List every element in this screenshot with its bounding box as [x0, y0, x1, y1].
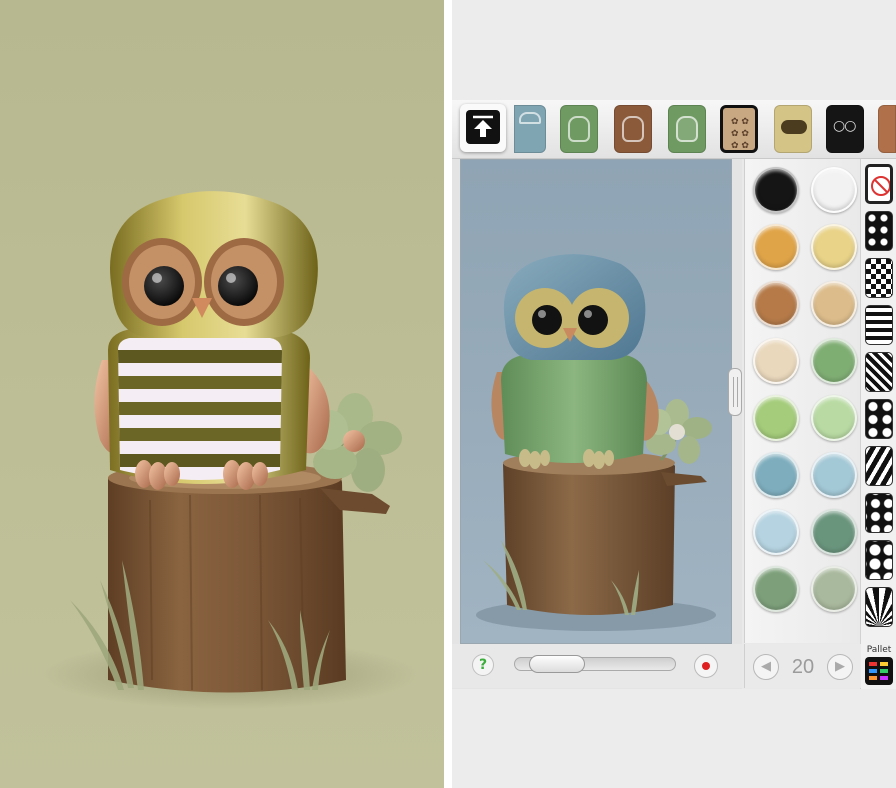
- dots-pattern[interactable]: [865, 211, 893, 251]
- zebra-pattern[interactable]: [865, 446, 893, 486]
- page-number: 20: [791, 656, 815, 678]
- color-swatch[interactable]: [811, 167, 857, 213]
- tree-stump: [503, 455, 675, 615]
- left-preview-screen: [0, 0, 444, 788]
- color-swatch[interactable]: [753, 167, 799, 213]
- color-swatch[interactable]: [811, 509, 857, 555]
- screen-divider: [444, 0, 452, 788]
- right-editor-screen: ✿ ✿ ✿ ✿ ✿ ✿ ○○ ? Pallet ◀ 20 ▶: [452, 0, 896, 788]
- owl-head: [503, 254, 646, 360]
- color-palette: [744, 159, 857, 643]
- flowers-pattern[interactable]: [865, 540, 893, 580]
- part-toolbar: ✿ ✿ ✿ ✿ ✿ ✿ ○○: [452, 100, 896, 159]
- stripes-pattern[interactable]: [865, 305, 893, 345]
- rays-pattern[interactable]: [865, 587, 893, 627]
- zoom-slider[interactable]: [514, 655, 676, 673]
- color-swatch[interactable]: [753, 224, 799, 270]
- gold-owl-render: [70, 191, 402, 693]
- arrow-left-icon[interactable]: ◀: [753, 654, 779, 680]
- owl-left-eye: [144, 266, 184, 306]
- color-swatch[interactable]: [811, 281, 857, 327]
- owl-3d-viewport[interactable]: [460, 159, 732, 644]
- tile-body-shape-3[interactable]: [668, 105, 706, 153]
- color-swatch[interactable]: [811, 395, 857, 441]
- owl-head: [110, 191, 318, 338]
- owl-left-eye: [532, 305, 562, 335]
- owl-right-eye: [578, 305, 608, 335]
- color-swatch[interactable]: [753, 338, 799, 384]
- none-pattern[interactable]: [865, 164, 893, 204]
- stars-pattern[interactable]: [865, 399, 893, 439]
- owl-body: [501, 354, 647, 463]
- viewport-bottom-bar: ?: [452, 644, 742, 688]
- upload-button[interactable]: [460, 104, 506, 152]
- tile-eyes[interactable]: [774, 105, 812, 153]
- help-button[interactable]: ?: [472, 654, 494, 676]
- top-blank-area: [452, 0, 896, 100]
- pallet-button[interactable]: [865, 657, 893, 685]
- eyes-icon: [781, 120, 807, 134]
- record-button[interactable]: [694, 654, 718, 678]
- pattern-flowers-icon: ✿ ✿ ✿ ✿ ✿ ✿: [731, 117, 749, 151]
- color-swatch[interactable]: [753, 395, 799, 441]
- color-swatch[interactable]: [811, 224, 857, 270]
- color-swatch[interactable]: [811, 452, 857, 498]
- color-swatch[interactable]: [753, 281, 799, 327]
- bottom-blank-area: [452, 689, 896, 788]
- pattern-column: Pallet: [860, 159, 896, 689]
- hearts-pattern[interactable]: [865, 493, 893, 533]
- palette-pager: ◀ 20 ▶: [744, 644, 861, 688]
- color-swatch[interactable]: [811, 566, 857, 612]
- owl-right-eye: [218, 266, 258, 306]
- arrow-right-icon[interactable]: ▶: [827, 654, 853, 680]
- pallet-label: Pallet: [866, 645, 892, 655]
- tile-pattern-selected[interactable]: ✿ ✿ ✿ ✿ ✿ ✿: [720, 105, 758, 153]
- color-swatch[interactable]: [811, 338, 857, 384]
- color-swatch[interactable]: [753, 566, 799, 612]
- upload-arrow-icon: [473, 115, 493, 137]
- color-swatch[interactable]: [753, 509, 799, 555]
- panel-drag-handle[interactable]: [728, 368, 742, 416]
- color-swatch[interactable]: [753, 452, 799, 498]
- no-pattern-icon: [871, 176, 890, 196]
- zigzag-pattern[interactable]: [865, 352, 893, 392]
- tile-eyes-dark[interactable]: ○○: [826, 105, 864, 153]
- tile-body-shape-1[interactable]: [560, 105, 598, 153]
- zoom-slider-thumb[interactable]: [529, 655, 585, 673]
- tile-body-shape-2[interactable]: [614, 105, 652, 153]
- blue-owl-render: [476, 254, 716, 631]
- checker-pattern[interactable]: [865, 258, 893, 298]
- eyes-dark-icon: ○○: [833, 118, 856, 134]
- tree-stump: [108, 462, 390, 693]
- tile-head-shape[interactable]: [514, 105, 546, 153]
- tile-extra[interactable]: [878, 105, 896, 153]
